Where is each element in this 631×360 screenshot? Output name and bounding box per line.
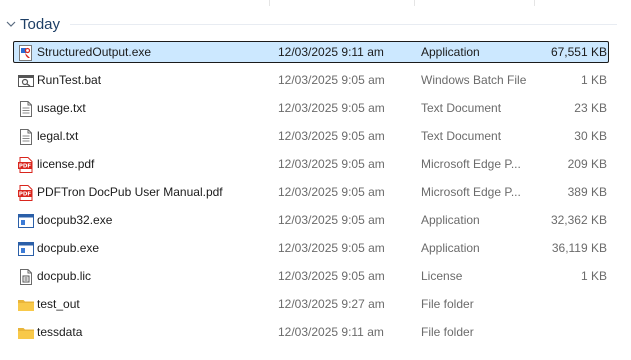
file-row[interactable]: tessdata 12/03/2025 9:11 am File folder — [13, 321, 609, 343]
file-name: docpub.lic — [37, 269, 92, 283]
application-window-icon — [17, 210, 35, 230]
file-type: Application — [421, 241, 480, 255]
file-date-modified: 12/03/2025 9:05 am — [278, 269, 385, 283]
file-row[interactable]: RunTest.bat 12/03/2025 9:05 am Windows Bat… — [13, 69, 609, 91]
file-explorer-list: Today StructuredOutput.exe 12/03/2025 9:1… — [0, 0, 631, 360]
file-name: PDFTron DocPub User Manual.pdf — [37, 185, 223, 199]
file-date-modified: 12/03/2025 9:05 am — [278, 185, 385, 199]
file-size — [534, 294, 607, 314]
file-size: 23 KB — [574, 101, 607, 115]
file-size: 36,119 KB — [551, 241, 607, 255]
file-type: Application — [421, 45, 480, 59]
file-row[interactable]: docpub.lic 12/03/2025 9:05 am License 1 KB — [13, 265, 609, 287]
svg-text:PDF: PDF — [19, 164, 32, 170]
file-date-modified: 12/03/2025 9:05 am — [278, 241, 385, 255]
file-size: 32,362 KB — [550, 213, 607, 227]
file-row[interactable]: docpub32.exe 12/03/2025 9:05 am Applicatio… — [13, 209, 609, 231]
column-divider[interactable] — [534, 0, 535, 6]
batch-file-icon — [17, 70, 35, 90]
file-date-modified: 12/03/2025 9:05 am — [278, 101, 385, 115]
file-row[interactable]: usage.txt 12/03/2025 9:05 am Text Document… — [13, 97, 609, 119]
folder-icon — [17, 294, 35, 314]
file-name: legal.txt — [37, 129, 79, 143]
file-type: License — [421, 269, 463, 283]
column-divider[interactable] — [269, 0, 270, 6]
pdf-icon: PDF — [17, 182, 35, 202]
chevron-down-icon[interactable] — [6, 19, 16, 29]
file-size: 1 KB — [580, 73, 607, 87]
file-size: 1 KB — [580, 269, 607, 283]
file-name: docpub32.exe — [37, 213, 113, 227]
file-date-modified: 12/03/2025 9:11 am — [278, 325, 384, 339]
file-type: File folder — [421, 297, 474, 311]
file-name: StructuredOutput.exe — [37, 45, 152, 59]
text-document-icon — [17, 126, 35, 146]
file-name: license.pdf — [37, 157, 95, 171]
folder-icon — [17, 322, 35, 342]
file-row[interactable]: PDF license.pdf 12/03/2025 9:05 am Microsof… — [13, 153, 609, 175]
text-document-icon — [17, 98, 35, 118]
group-divider — [70, 24, 617, 25]
file-date-modified: 12/03/2025 9:05 am — [278, 73, 385, 87]
application-exe-icon — [17, 42, 35, 62]
file-row[interactable]: StructuredOutput.exe 12/03/2025 9:11 am Ap… — [13, 41, 609, 63]
file-type: Windows Batch File — [421, 73, 527, 87]
file-row[interactable]: docpub.exe 12/03/2025 9:05 am Application 3… — [13, 237, 609, 259]
application-window-icon — [17, 238, 35, 258]
file-name: usage.txt — [37, 101, 86, 115]
svg-text:PDF: PDF — [19, 192, 32, 198]
file-date-modified: 12/03/2025 9:05 am — [278, 129, 385, 143]
file-type: Microsoft Edge P... — [421, 157, 521, 171]
file-size: 30 KB — [574, 129, 607, 143]
license-file-icon — [17, 266, 35, 286]
file-date-modified: 12/03/2025 9:05 am — [278, 213, 385, 227]
group-title: Today — [20, 15, 61, 33]
file-size: 389 KB — [567, 185, 607, 199]
file-type: File folder — [421, 325, 474, 339]
file-type: Application — [421, 213, 480, 227]
file-date-modified: 12/03/2025 9:05 am — [278, 157, 385, 171]
file-type: Microsoft Edge P... — [421, 185, 521, 199]
file-size: 209 KB — [567, 157, 607, 171]
file-size: 67,551 KB — [550, 45, 607, 59]
file-name: test_out — [37, 297, 80, 311]
pdf-icon: PDF — [17, 154, 35, 174]
file-type: Text Document — [421, 101, 502, 115]
file-row[interactable]: test_out 12/03/2025 9:27 am File folder — [13, 293, 609, 315]
file-row[interactable]: PDF PDFTron DocPub User Manual.pdf 12/03/2… — [13, 181, 609, 203]
file-date-modified: 12/03/2025 9:27 am — [278, 297, 385, 311]
column-divider[interactable] — [414, 0, 415, 6]
file-row[interactable]: legal.txt 12/03/2025 9:05 am Text Document… — [13, 125, 609, 147]
file-size — [534, 322, 607, 342]
file-name: RunTest.bat — [37, 73, 102, 87]
file-date-modified: 12/03/2025 9:11 am — [278, 45, 384, 59]
file-type: Text Document — [421, 129, 502, 143]
file-name: docpub.exe — [37, 241, 100, 255]
file-name: tessdata — [37, 325, 83, 339]
